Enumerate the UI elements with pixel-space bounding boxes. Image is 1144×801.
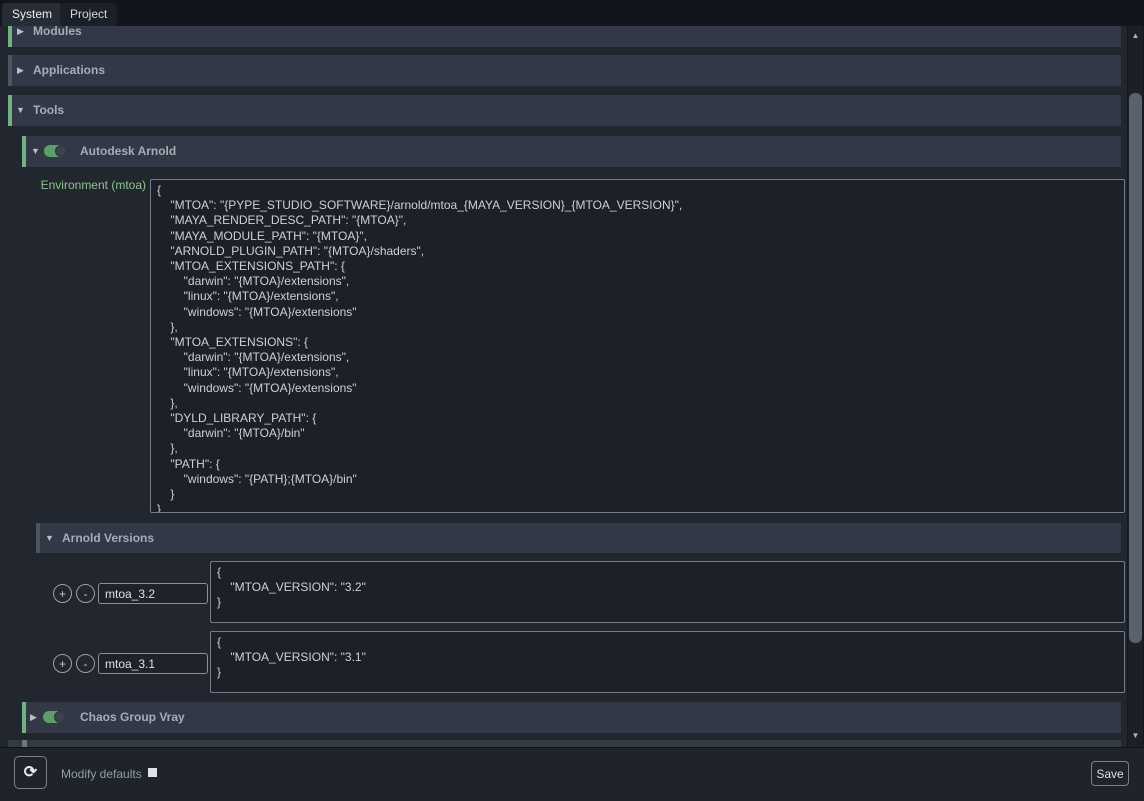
collapsed-arrow-icon: ▶ (17, 26, 24, 47)
scroll-down-arrow-icon[interactable]: ▼ (1128, 728, 1143, 743)
collapsed-arrow-icon: ▶ (30, 702, 37, 733)
tab-project[interactable]: Project (60, 3, 117, 26)
clipped-next-section-header[interactable] (8, 740, 1121, 747)
arnold-enabled-toggle[interactable] (44, 145, 67, 157)
expanded-arrow-icon: ▼ (45, 523, 54, 554)
tab-system[interactable]: System (2, 3, 62, 26)
vertical-scrollbar[interactable]: ▲ ▼ (1128, 26, 1143, 747)
section-label-modules: Modules (33, 26, 82, 47)
section-header-modules[interactable]: ▶ Modules (8, 26, 1121, 47)
section-label-arnold-versions: Arnold Versions (62, 523, 154, 554)
version-json-editor[interactable]: { "MTOA_VERSION": "3.2" } (210, 561, 1125, 623)
tools-state-bar (8, 95, 12, 126)
vray-state-bar (22, 702, 26, 733)
expanded-arrow-icon: ▼ (31, 136, 40, 167)
modify-defaults-label: Modify defaults (61, 767, 142, 781)
section-label-chaos-group-vray: Chaos Group Vray (80, 702, 185, 733)
modules-state-bar (8, 26, 12, 47)
scroll-up-arrow-icon[interactable]: ▲ (1128, 28, 1143, 43)
remove-version-button[interactable]: - (76, 654, 95, 673)
version-json-editor[interactable]: { "MTOA_VERSION": "3.1" } (210, 631, 1125, 693)
environment-mtoa-label: Environment (mtoa) (26, 178, 146, 192)
expanded-arrow-icon: ▼ (16, 95, 25, 126)
modify-defaults-checkbox[interactable] (148, 768, 157, 777)
add-version-button[interactable]: + (53, 584, 72, 603)
section-label-autodesk-arnold: Autodesk Arnold (80, 136, 176, 167)
settings-window: System Project ▶ Modules ▶ Applications … (0, 0, 1144, 801)
section-header-autodesk-arnold[interactable]: ▼ Autodesk Arnold (22, 136, 1121, 167)
section-label-applications: Applications (33, 55, 105, 86)
collapsed-arrow-icon: ▶ (17, 55, 24, 86)
remove-version-button[interactable]: - (76, 584, 95, 603)
add-version-button[interactable]: + (53, 654, 72, 673)
scrollbar-thumb[interactable] (1129, 93, 1142, 643)
section-header-chaos-group-vray[interactable]: ▶ Chaos Group Vray (22, 702, 1121, 733)
section-label-tools: Tools (33, 95, 64, 126)
section-header-tools[interactable]: ▼ Tools (8, 95, 1121, 126)
version-key-input[interactable] (98, 653, 208, 674)
settings-scroll-area: ▶ Modules ▶ Applications ▼ Tools ▼ Autod… (0, 26, 1127, 747)
vray-enabled-toggle[interactable] (43, 711, 66, 723)
environment-mtoa-json-editor[interactable]: { "MTOA": "{PYPE_STUDIO_SOFTWARE}/arnold… (150, 179, 1125, 513)
footer-bar: ⟳ Modify defaults Save (0, 747, 1144, 801)
tab-bar: System Project (0, 0, 1144, 26)
refresh-button[interactable]: ⟳ (14, 756, 47, 789)
section-header-arnold-versions[interactable]: ▼ Arnold Versions (36, 523, 1121, 553)
arnold-state-bar (22, 136, 26, 167)
applications-state-bar (8, 55, 12, 86)
toggle-knob (54, 711, 66, 723)
toggle-knob (55, 145, 67, 157)
version-key-input[interactable] (98, 583, 208, 604)
section-header-applications[interactable]: ▶ Applications (8, 55, 1121, 86)
save-button[interactable]: Save (1091, 761, 1129, 786)
arnold-versions-state-bar (36, 523, 40, 553)
clipped-state-bar (22, 740, 27, 747)
